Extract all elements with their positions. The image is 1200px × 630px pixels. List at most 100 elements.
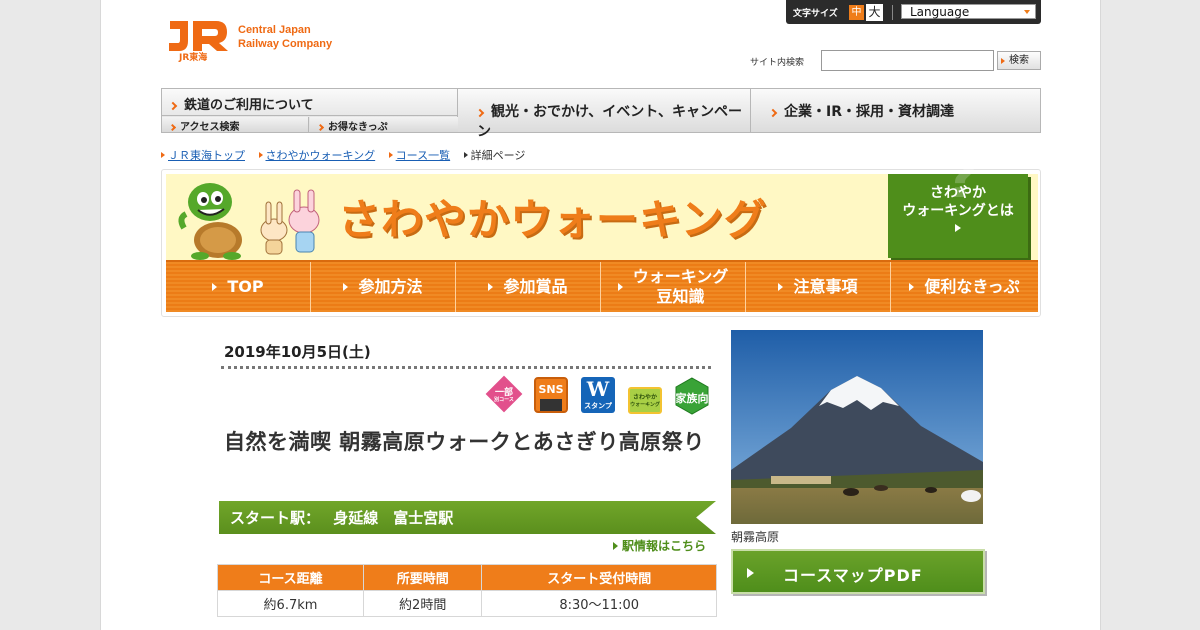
table-header-distance: コース距離 — [217, 564, 364, 591]
breadcrumb-arrow-icon — [258, 152, 263, 158]
table-header-duration: 所要時間 — [362, 564, 483, 591]
table-cell-start-time: 8:30～11:00 — [481, 590, 717, 617]
chevron-right-icon — [316, 123, 325, 132]
partial-course-badge-icon: 一部 別コース — [485, 375, 523, 413]
breadcrumb-arrow-icon — [463, 152, 468, 158]
badge-text: SNS — [538, 383, 564, 396]
tab-label: 参加賞品 — [503, 277, 568, 296]
chevron-right-icon — [475, 108, 485, 118]
table-row: 約6.7km 約2時間 8:30～11:00 — [217, 590, 717, 617]
font-size-label: 文字サイズ — [793, 9, 838, 19]
mount-fuji-image — [731, 330, 983, 524]
badge-text: W — [586, 377, 610, 401]
course-photo — [731, 330, 983, 524]
search-button[interactable]: 検索 — [997, 51, 1041, 70]
breadcrumb-link-course-list[interactable]: コース一覧 — [396, 149, 450, 162]
breadcrumb-arrow-icon — [388, 152, 393, 158]
tab-how-to-join[interactable]: 参加方法 — [311, 262, 456, 312]
chevron-down-icon — [1024, 10, 1030, 14]
section-tabs: TOP 参加方法 参加賞品 ウォーキング 豆知識 注意事項 便利なきっぷ — [166, 260, 1038, 312]
chevron-right-icon — [168, 101, 178, 111]
chevron-right-icon — [768, 108, 778, 118]
tab-useful-tickets[interactable]: 便利なきっぷ — [891, 262, 1038, 312]
nav-tourism-label: 観光・おでかけ、イベント、キャンペーン — [477, 104, 743, 140]
start-station-name: 身延線 富士宮駅 — [333, 509, 454, 527]
course-map-pdf-button[interactable]: コースマップPDF — [731, 549, 985, 594]
nav-access-search-label: アクセス検索 — [180, 122, 240, 133]
table-cell-distance: 約6.7km — [217, 590, 364, 617]
nav-corporate[interactable]: 企業・IR・採用・資材調達 — [752, 89, 1041, 132]
station-info-link[interactable]: 駅情報はこちら — [613, 537, 706, 554]
utility-bar: 文字サイズ 中 大 Language — [786, 0, 1041, 24]
play-arrow-icon — [488, 283, 494, 291]
badge-subtext: スタンプ — [584, 402, 612, 410]
photo-caption: 朝霧高原 — [731, 530, 780, 544]
about-sawayaka-button[interactable]: ? さわやか ウォーキングとは — [888, 151, 1028, 258]
sawayaka-walking-banner: さわやかウォーキング ? さわやか ウォーキングとは TOP 参加方法 参加賞品… — [161, 151, 1041, 317]
breadcrumb-link-sawayaka[interactable]: さわやかウォーキング — [266, 149, 376, 162]
font-size-medium-button[interactable]: 中 — [849, 5, 864, 20]
global-nav: 鉄道のご利用について アクセス検索 お得なきっぷ 観光・おでかけ、イベント、キャ… — [161, 88, 1041, 140]
home-walking-badge-icon: さわやか ウォーキング — [628, 387, 662, 414]
breadcrumb-link-jr-top[interactable]: ＪＲ東海トップ — [168, 149, 245, 162]
tab-walking-tips[interactable]: ウォーキング 豆知識 — [601, 262, 746, 312]
language-select[interactable]: Language — [901, 4, 1036, 19]
banner-title: さわやかウォーキング — [338, 195, 767, 244]
tab-label: 注意事項 — [793, 277, 858, 296]
sns-badge-icon: SNS — [534, 377, 568, 413]
badge-text: さわやか — [632, 394, 657, 401]
tab-prizes[interactable]: 参加賞品 — [456, 262, 601, 312]
company-name-line1: Central Japan — [238, 24, 311, 36]
question-mark-icon: ? — [945, 146, 978, 211]
course-title: 自然を満喫 朝霧高原ウォークとあさぎり高原祭り — [224, 430, 705, 454]
nav-discount-tickets[interactable]: お得なきっぷ — [310, 117, 458, 133]
tab-label: 便利なきっぷ — [924, 277, 1020, 296]
play-arrow-icon — [909, 283, 915, 291]
nav-tourism[interactable]: 観光・おでかけ、イベント、キャンペーン — [459, 89, 751, 140]
play-arrow-icon — [778, 283, 784, 291]
table-header-start-time: スタート受付時間 — [481, 564, 717, 591]
start-station-label: スタート駅： — [230, 509, 321, 527]
tab-notes[interactable]: 注意事項 — [746, 262, 891, 312]
divider — [892, 5, 893, 20]
company-name-line2: Railway Company — [238, 38, 333, 50]
badge-subtext: ウォーキング — [630, 402, 660, 408]
font-size-large-button[interactable]: 大 — [866, 4, 883, 21]
table-cell-duration: 約2時間 — [362, 590, 483, 617]
w-stamp-badge-icon: W スタンプ — [581, 377, 615, 413]
tab-label-line2: 豆知識 — [656, 287, 705, 306]
play-arrow-icon — [747, 568, 754, 578]
tab-top[interactable]: TOP — [166, 262, 311, 312]
dotted-divider — [221, 366, 711, 369]
site-search-label: サイト内検索 — [750, 58, 805, 68]
nav-rail-group: 鉄道のご利用について アクセス検索 お得なきっぷ — [162, 89, 458, 133]
course-info-table: コース距離 所要時間 スタート受付時間 約6.7km 約2時間 8:30～11:… — [217, 564, 717, 617]
play-arrow-icon — [212, 283, 218, 291]
breadcrumb-current: 詳細ページ — [470, 149, 526, 162]
jr-tokai-logotype: JR東海 — [179, 53, 208, 63]
play-arrow-icon — [955, 224, 961, 232]
nav-rail-usage[interactable]: 鉄道のご利用について — [162, 89, 458, 116]
badge-subtext: 別コース — [494, 397, 514, 403]
page-body: 文字サイズ 中 大 Language JR東海 Central Japan Ra… — [100, 0, 1101, 630]
tab-label: TOP — [227, 277, 264, 296]
banner-header: さわやかウォーキング ? さわやか ウォーキングとは — [166, 151, 1038, 260]
rabbit-mascots-icon — [260, 189, 320, 255]
jr-central-logo[interactable]: JR東海 Central Japan Railway Company — [166, 17, 356, 65]
tab-label: ウォーキング — [632, 267, 729, 286]
language-select-label: Language — [910, 5, 970, 19]
course-map-pdf-label: コースマップPDF — [783, 566, 923, 585]
nav-rail-usage-label: 鉄道のご利用について — [184, 98, 314, 113]
play-arrow-icon — [343, 283, 349, 291]
nav-discount-tickets-label: お得なきっぷ — [328, 122, 388, 133]
badge-text: 家族向 — [675, 392, 709, 405]
turtle-mascot-icon — [178, 183, 242, 260]
event-date: 2019年10月5日(土) — [224, 343, 371, 361]
search-input[interactable] — [821, 50, 994, 71]
family-badge-icon: 家族向 — [675, 377, 709, 415]
start-station-bar: スタート駅： 身延線 富士宮駅 — [219, 501, 716, 534]
nav-access-search[interactable]: アクセス検索 — [162, 117, 309, 133]
nav-corporate-label: 企業・IR・採用・資材調達 — [784, 104, 954, 120]
breadcrumb-arrow-icon — [161, 152, 165, 158]
play-arrow-icon — [617, 283, 623, 291]
